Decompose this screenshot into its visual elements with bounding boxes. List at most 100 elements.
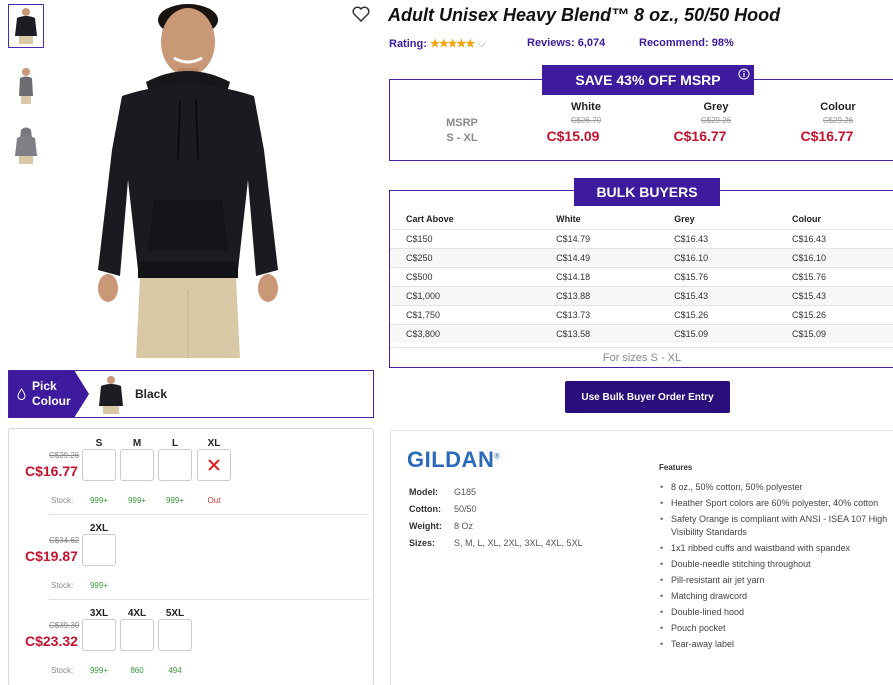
color-swatch-black	[99, 376, 123, 414]
size-label-4xl: 4XL	[127, 608, 147, 619]
list-item: Double-lined hood	[659, 606, 893, 619]
bulk-banner: BULK BUYERS	[574, 178, 720, 206]
size-label-s: S	[95, 438, 103, 449]
stock-5xl: 494	[168, 666, 182, 675]
table-cell: C$13.73	[540, 304, 659, 324]
stock-xl: Out	[207, 496, 221, 505]
hoodie-back-icon	[15, 127, 37, 164]
bulk-buyers-panel: BULK BUYERS Cart Above White Grey Colour…	[389, 178, 893, 368]
bulk-pricing-table: Cart Above White Grey Colour C$150 C$14.7…	[390, 209, 893, 343]
stock-3xl: 999+	[89, 666, 109, 675]
chevron-down-icon: ⌵	[477, 38, 486, 50]
qty-input-4xl[interactable]	[120, 619, 154, 651]
bulk-order-entry-button[interactable]: Use Bulk Buyer Order Entry	[565, 381, 730, 413]
list-item: Pill-resistant air jet yarn	[659, 574, 893, 587]
stock-m: 999+	[127, 496, 147, 505]
stock-label: Stock:	[51, 666, 74, 675]
qty-input-l[interactable]	[158, 449, 192, 481]
msrp-old-grey: C$29.26	[700, 116, 732, 125]
hoodie-front-icon	[15, 8, 37, 44]
heart-icon[interactable]	[352, 6, 370, 22]
msrp-label: MSRP S - XL	[446, 117, 478, 144]
size-label-2xl: 2XL	[89, 523, 109, 534]
size-row-divider	[49, 599, 369, 600]
table-cell: C$15.76	[776, 266, 893, 286]
old-price-s-xl: C$29.26	[49, 451, 80, 460]
rating-label: Rating:	[389, 38, 427, 50]
out-of-stock-x-icon	[208, 459, 220, 471]
table-cell: C$15.26	[658, 304, 777, 324]
msrp-old-white: C$26.70	[570, 116, 602, 125]
bulk-size-note: For sizes S - XL	[390, 347, 893, 364]
save-banner: SAVE 43% OFF MSRP	[542, 65, 754, 95]
size-label-m: M	[132, 438, 142, 449]
thumbnail-front[interactable]	[8, 4, 44, 48]
msrp-price-grey: C$16.77	[673, 128, 727, 144]
size-label-3xl: 3XL	[89, 608, 109, 619]
bulk-header-cart: Cart Above	[406, 213, 454, 224]
table-cell: C$16.43	[776, 228, 893, 248]
table-row: C$250 C$14.49 C$16.10 C$16.10	[390, 247, 893, 267]
size-label-l: L	[171, 438, 179, 449]
spec-weight: Weight: 8 Oz	[409, 521, 474, 531]
price-3xl-5xl: C$23.32	[25, 633, 78, 649]
table-row: C$500 C$14.18 C$15.76 C$15.76	[390, 266, 893, 286]
product-details-panel: GILDAN® Model: G185 Cotton: 50/50 Weight: 8…	[390, 430, 893, 685]
spec-sizes: Sizes: S, M, L, XL, 2XL, 3XL, 4XL, 5XL	[409, 538, 583, 548]
table-cell: C$15.76	[658, 266, 777, 286]
table-row: C$3,800 C$13.58 C$15.09 C$15.09	[390, 323, 893, 343]
table-cell: C$1,750	[390, 304, 541, 324]
table-cell: C$15.09	[776, 323, 893, 343]
thumbnail-side[interactable]	[8, 64, 44, 108]
list-item: Tear-away label	[659, 638, 893, 651]
pick-colour-tab[interactable]: Pick Colour	[9, 371, 89, 417]
features-heading: Features	[659, 463, 693, 472]
qty-input-m[interactable]	[120, 449, 154, 481]
msrp-col-white: White	[571, 101, 601, 113]
list-item: 8 oz., 50% cotton, 50% polyester	[659, 481, 893, 494]
msrp-col-grey: Grey	[703, 101, 729, 113]
table-cell: C$15.43	[776, 285, 893, 305]
stock-4xl: 860	[130, 666, 144, 675]
reviews-link[interactable]: Reviews: 6,074	[527, 37, 605, 49]
qty-input-5xl[interactable]	[158, 619, 192, 651]
table-cell: C$150	[390, 228, 541, 248]
list-item: Double-needle stitching throughout	[659, 558, 893, 571]
qty-input-s[interactable]	[82, 449, 116, 481]
stock-l: 999+	[165, 496, 185, 505]
bulk-header-colour: Colour	[792, 213, 822, 224]
stock-label: Stock:	[51, 496, 74, 505]
table-cell: C$13.58	[540, 323, 659, 343]
features-list: 8 oz., 50% cotton, 50% polyester Heather…	[659, 481, 893, 654]
rating[interactable]: Rating: ★★★★★ ⌵	[389, 37, 486, 51]
product-image	[98, 4, 278, 358]
size-quantity-panel: S M L XL C$29.26 C$16.77 Stock: 999+ 999…	[8, 428, 374, 685]
table-cell: C$15.43	[658, 285, 777, 305]
table-cell: C$16.10	[658, 247, 777, 267]
msrp-old-colour: C$29.26	[822, 116, 854, 125]
list-item: Heather Sport colors are 60% polyester, …	[659, 497, 893, 510]
qty-input-3xl[interactable]	[82, 619, 116, 651]
size-label-xl: XL	[207, 438, 221, 449]
thumbnail-back[interactable]	[8, 124, 44, 168]
selected-color-name: Black	[135, 387, 168, 401]
price-s-xl: C$16.77	[25, 463, 78, 479]
product-title: Adult Unisex Heavy Blend™ 8 oz., 50/50 H…	[388, 5, 781, 25]
stock-s: 999+	[89, 496, 109, 505]
stock-2xl: 999+	[89, 581, 109, 590]
table-cell: C$3,800	[390, 323, 541, 343]
info-icon[interactable]	[738, 68, 750, 80]
msrp-price-white: C$15.09	[546, 128, 600, 144]
qty-input-2xl[interactable]	[82, 534, 116, 566]
pick-colour-label: Pick Colour	[32, 379, 71, 408]
table-row: C$1,000 C$13.88 C$15.43 C$15.43	[390, 285, 893, 305]
pick-colour-bar[interactable]: Pick Colour Black	[8, 370, 374, 418]
msrp-price-colour: C$16.77	[800, 128, 854, 144]
size-label-5xl: 5XL	[165, 608, 185, 619]
table-row: C$150 C$14.79 C$16.43 C$16.43	[390, 228, 893, 248]
table-row: C$1,750 C$13.73 C$15.26 C$15.26	[390, 304, 893, 324]
qty-input-xl-unavailable	[197, 449, 231, 481]
spec-model: Model: G185	[409, 487, 477, 497]
recommend-stat: Recommend: 98%	[639, 37, 734, 49]
spec-cotton: Cotton: 50/50	[409, 504, 477, 514]
